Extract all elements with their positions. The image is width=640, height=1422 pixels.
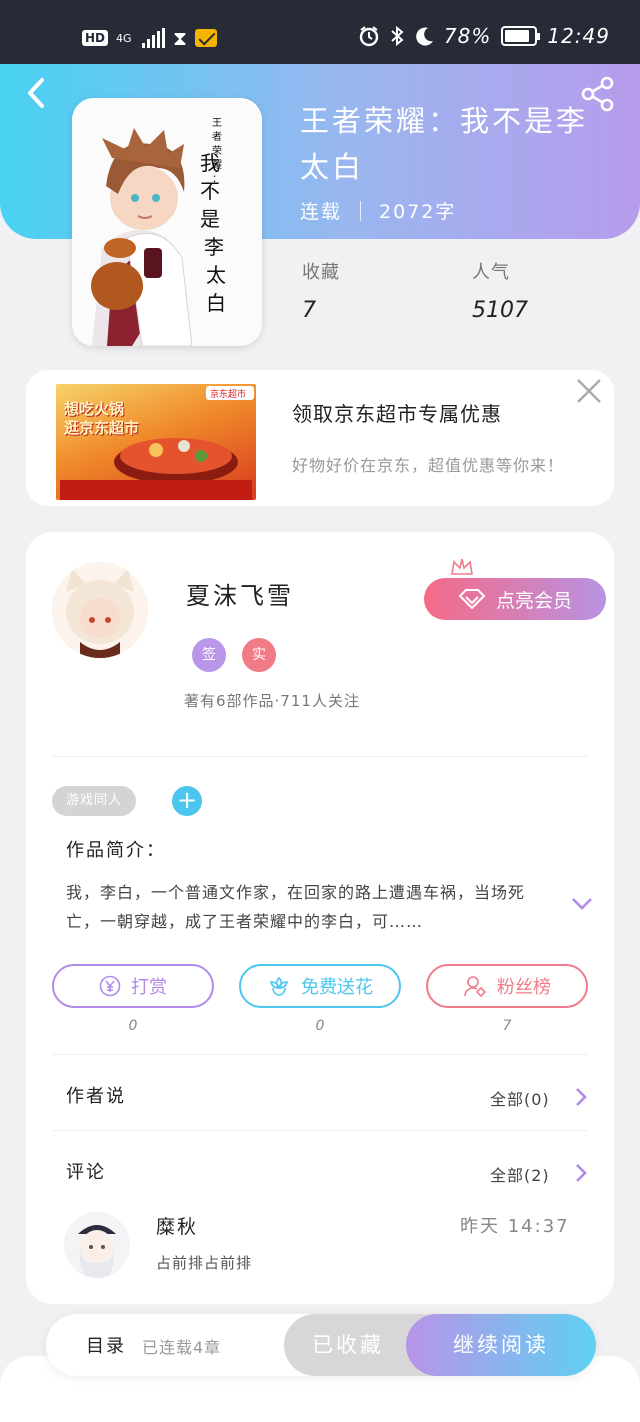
fans-count: 7: [502, 1018, 512, 1034]
popularity-label: 人气: [472, 262, 510, 283]
chevron-down-icon[interactable]: [570, 894, 594, 912]
flower-count: 0: [315, 1018, 325, 1034]
close-icon[interactable]: [574, 376, 604, 406]
cover-illustration: 王 者 荣 耀 ： 我 不 是 李 太 白: [72, 98, 262, 346]
svg-text:我: 我: [200, 151, 220, 175]
back-icon[interactable]: [22, 76, 54, 110]
book-status: 连载: [300, 201, 343, 223]
favorites-label: 收藏: [302, 262, 340, 283]
svg-text:白: 白: [206, 291, 226, 315]
bluetooth-icon: [391, 25, 404, 47]
reward-count: 0: [128, 1018, 138, 1034]
battery-icon: [501, 26, 541, 46]
author-says-label: 作者说: [66, 1086, 126, 1107]
bottom-action-bar: 目录 已连载4章 已收藏 继续阅读: [46, 1314, 596, 1376]
ad-subtitle: 好物好价在京东，超值优惠等你来！: [292, 456, 565, 475]
fans-rank-button[interactable]: 粉丝榜: [426, 964, 588, 1008]
chevron-right-icon[interactable]: [574, 1086, 588, 1108]
tag-chip[interactable]: 游戏同人: [52, 786, 137, 816]
crown-icon: [451, 558, 473, 575]
ad-card[interactable]: 京东超市 想吃火锅 逛京东超市 领取京东超市专属优惠 好物好价在京东，超值优惠等…: [26, 370, 614, 506]
status-left: HD 4G ⧗: [82, 26, 218, 50]
send-flower-button[interactable]: 免费送花: [239, 964, 401, 1008]
commenter-name[interactable]: 糜秋: [156, 1212, 198, 1239]
alarm-icon: [359, 26, 379, 47]
divider: [52, 756, 588, 757]
hourglass-icon: ⧗: [173, 26, 188, 50]
book-cover[interactable]: 王 者 荣 耀 ： 我 不 是 李 太 白: [72, 98, 262, 346]
ad-image-text: 想吃火锅 逛京东超市: [64, 400, 140, 437]
author-avatar[interactable]: [52, 562, 148, 658]
author-stats: 著有6部作品·711人关注: [184, 692, 360, 710]
commenter-avatar[interactable]: [64, 1212, 130, 1278]
author-says-all[interactable]: 全部(0): [490, 1086, 550, 1110]
svg-text:者: 者: [212, 131, 222, 143]
detail-card: 夏沫飞雪 签 实 著有6部作品·711人关注 点亮会员 游戏同人 + 作品简介：…: [26, 532, 614, 1304]
intro-label: 作品简介：: [66, 840, 166, 861]
comments-all[interactable]: 全部(2): [490, 1162, 550, 1186]
divider: [52, 1054, 588, 1055]
ad-title: 领取京东超市专属优惠: [292, 402, 502, 426]
vip-button[interactable]: 点亮会员: [424, 578, 606, 620]
hd-indicator: HD: [82, 30, 109, 46]
meta-divider: [360, 200, 362, 221]
flower-icon: [269, 976, 289, 996]
reward-button[interactable]: 打赏: [52, 964, 214, 1008]
divider: [52, 1130, 588, 1131]
vip-label: 点亮会员: [495, 589, 572, 612]
status-right: 78% 12:49: [358, 24, 610, 48]
svg-text:李: 李: [204, 235, 224, 259]
svg-text:王: 王: [212, 118, 222, 129]
fans-icon: [464, 976, 487, 998]
diamond-icon: [458, 589, 486, 610]
fans-rank-label: 粉丝榜: [497, 977, 551, 998]
comments-label: 评论: [66, 1162, 106, 1183]
ad-image: 京东超市 想吃火锅 逛京东超市: [56, 384, 256, 500]
svg-text:是: 是: [200, 207, 220, 231]
book-words: 2072字: [379, 201, 457, 223]
book-title: 王者荣耀：我不是李太白: [300, 104, 589, 184]
intro-text: 我，李白，一个普通文作家，在回家的路上遭遇车祸，当场死亡，一朝穿越，成了王者荣耀…: [66, 883, 526, 931]
toc-button[interactable]: 目录: [86, 1332, 126, 1358]
battery-percent: 78%: [443, 24, 492, 48]
svg-text:太: 太: [206, 263, 226, 287]
signal-icon: [142, 28, 166, 48]
favorites-count: 7: [302, 298, 316, 323]
chevron-right-icon[interactable]: [574, 1162, 588, 1184]
svg-text:不: 不: [200, 179, 220, 203]
ad-badge: 京东超市: [210, 388, 246, 400]
add-tag-button[interactable]: +: [172, 786, 202, 816]
status-bar: HD 4G ⧗ 78% 12:49: [0, 0, 640, 72]
toc-chapters: 已连载4章: [142, 1338, 222, 1357]
book-meta: 连载 2072字: [300, 197, 456, 224]
verified-badge: 实: [242, 638, 276, 672]
send-flower-label: 免费送花: [301, 977, 373, 998]
yuan-icon: [99, 975, 121, 997]
moon-icon: [416, 27, 433, 46]
network-type: 4G: [116, 31, 132, 45]
mail-icon: [195, 29, 218, 47]
comment-text: 占前排占前排: [156, 1254, 253, 1272]
continue-reading-button[interactable]: 继续阅读: [406, 1314, 596, 1376]
reward-label: 打赏: [131, 977, 167, 998]
signed-badge: 签: [192, 638, 226, 672]
comment-time: 昨天 14:37: [460, 1216, 570, 1237]
clock: 12:49: [547, 24, 610, 48]
author-name[interactable]: 夏沫飞雪: [186, 576, 294, 611]
popularity-count: 5107: [472, 298, 528, 323]
